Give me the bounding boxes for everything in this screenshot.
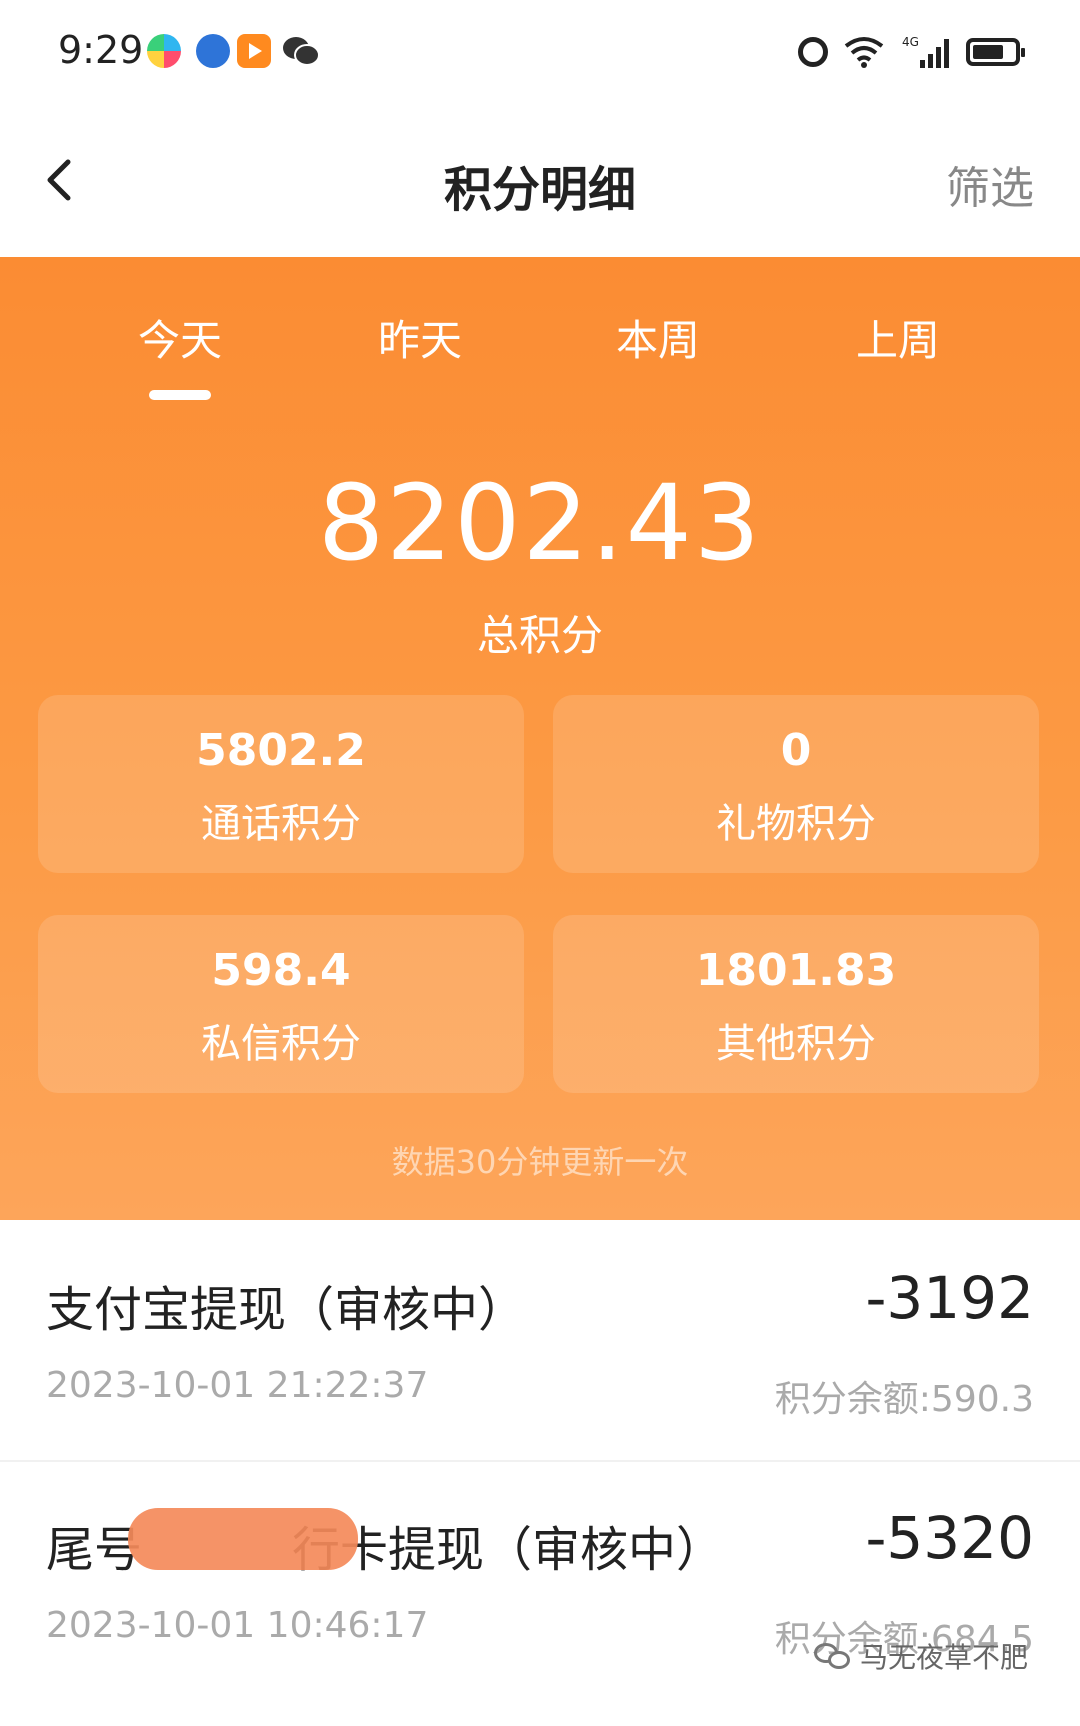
4g-signal-icon: 4G xyxy=(900,34,950,70)
watermark-text: 马无夜草不肥 xyxy=(859,1641,1028,1674)
app-icon-colorful xyxy=(147,34,181,68)
stat-label: 礼物积分 xyxy=(716,801,876,847)
record-balance: 积分余额:590.3 xyxy=(774,1379,1034,1420)
svg-text:4G: 4G xyxy=(902,35,919,49)
watermark: 马无夜草不肥 xyxy=(813,1636,1028,1676)
stat-value: 598.4 xyxy=(211,945,351,996)
stat-value: 1801.83 xyxy=(695,945,897,996)
stat-card-other: 1801.83 其他积分 xyxy=(553,915,1039,1093)
tab-this-week[interactable]: 本周 xyxy=(558,307,758,368)
total-points-label: 总积分 xyxy=(476,611,603,660)
stat-value: 5802.2 xyxy=(196,725,366,776)
status-time: 9:29 xyxy=(58,28,144,72)
record-time: 2023-10-01 21:22:37 xyxy=(46,1365,429,1406)
record-title-prefix: 尾号 xyxy=(46,1522,143,1578)
stat-label: 私信积分 xyxy=(201,1021,361,1067)
total-points-value: 8202.43 xyxy=(317,462,763,584)
stat-card-call: 5802.2 通话积分 xyxy=(38,695,524,873)
tab-today[interactable]: 今天 xyxy=(80,307,280,368)
wechat-icon xyxy=(813,1641,852,1671)
stat-card-message: 598.4 私信积分 xyxy=(38,915,524,1093)
update-note: 数据30分钟更新一次 xyxy=(391,1143,689,1181)
record-amount: -5320 xyxy=(865,1504,1034,1572)
stat-label: 通话积分 xyxy=(201,801,361,847)
active-tab-indicator xyxy=(149,390,211,400)
stat-card-gift: 0 礼物积分 xyxy=(553,695,1039,873)
stat-label: 其他积分 xyxy=(716,1021,876,1067)
wechat-icon xyxy=(282,34,320,68)
list-item[interactable]: 支付宝提现（审核中） 2023-10-01 21:22:37 -3192 积分余… xyxy=(0,1220,1080,1462)
nav-bar: 积分明细 筛选 xyxy=(0,110,1080,255)
redaction-mark xyxy=(128,1508,358,1570)
video-app-icon xyxy=(237,34,271,68)
battery-icon xyxy=(966,38,1025,66)
stat-value: 0 xyxy=(780,725,812,776)
wifi-icon xyxy=(844,36,884,68)
alarm-icon xyxy=(798,37,828,67)
status-bar: 9:29 4G xyxy=(0,0,1080,110)
record-amount: -3192 xyxy=(865,1264,1034,1332)
tab-yesterday[interactable]: 昨天 xyxy=(320,307,520,368)
browser-icon xyxy=(196,34,230,68)
tab-last-week[interactable]: 上周 xyxy=(798,307,998,368)
record-title: 支付宝提现（审核中） xyxy=(46,1282,527,1338)
period-tabs: 今天 昨天 本周 上周 xyxy=(0,307,1080,387)
page-title: 积分明细 xyxy=(443,162,636,218)
filter-button[interactable]: 筛选 xyxy=(946,152,1034,216)
stats-panel: 今天 昨天 本周 上周 8202.43 总积分 5802.2 通话积分 0 礼物… xyxy=(0,257,1080,1220)
record-time: 2023-10-01 10:46:17 xyxy=(46,1605,429,1646)
status-icons: 4G xyxy=(798,30,1025,74)
